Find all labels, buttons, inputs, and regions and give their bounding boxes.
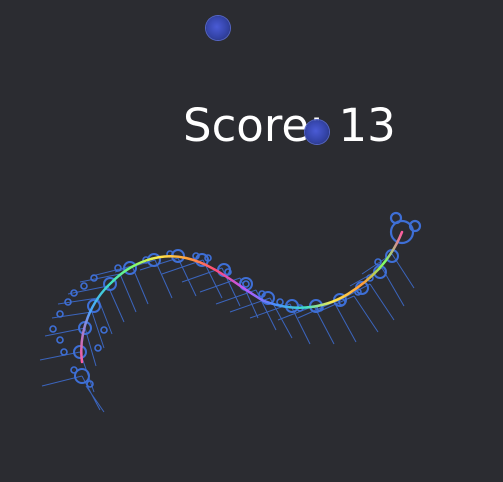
orb-pickup [206,16,230,40]
score-label: Score: 13 [183,99,396,152]
orb-pickup [305,120,329,144]
creature-joints [49,250,382,388]
creature-head-icon [389,211,422,245]
game-canvas[interactable] [0,0,503,482]
